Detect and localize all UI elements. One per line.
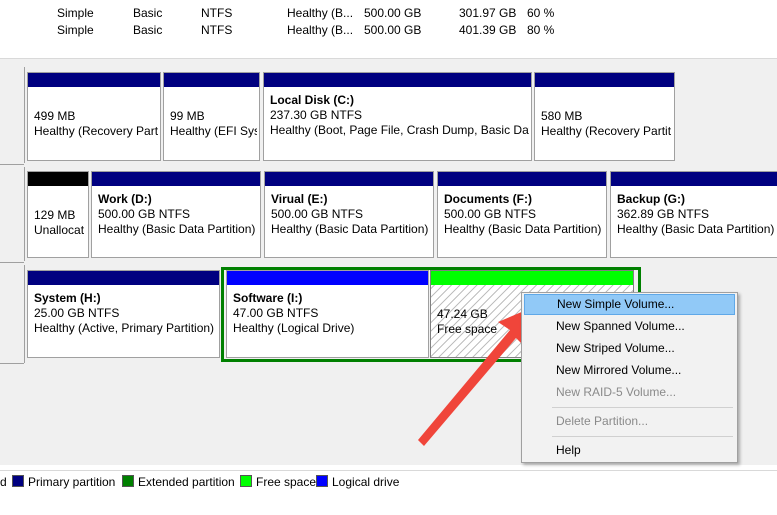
- partition-size: 237.30 GB NTFS: [270, 108, 363, 122]
- partition-size: 129 MB: [34, 208, 76, 222]
- partition-status: Healthy (Active, Primary Partition): [34, 321, 215, 335]
- partition-status: Healthy (Boot, Page File, Crash Dump, Ba…: [270, 123, 529, 137]
- volume-pct-free: 80 %: [527, 23, 555, 37]
- legend-item-logical: Logical drive: [316, 475, 399, 489]
- volume-row[interactable]: Simple Basic NTFS Healthy (B... 500.00 G…: [0, 5, 777, 21]
- legend-item-primary: Primary partition: [12, 475, 115, 489]
- menu-item-help[interactable]: Help: [524, 440, 735, 461]
- partition-status: Unallocat: [34, 223, 85, 237]
- legend-item-free-space: Free space: [240, 475, 316, 489]
- partition-size: 25.00 GB NTFS: [34, 306, 120, 320]
- partition-recovery-2[interactable]: 580 MB Healthy (Recovery Partit: [534, 72, 675, 161]
- partition-status: Healthy (Recovery Part: [34, 124, 158, 138]
- partition-status: Healthy (EFI Syst: [170, 124, 257, 138]
- volume-layout: Simple: [57, 23, 94, 37]
- volume-type: Basic: [133, 6, 163, 20]
- volume-capacity: 500.00 GB: [364, 23, 422, 37]
- primary-partition-bar: [28, 73, 160, 87]
- legend-swatch: [12, 475, 24, 487]
- menu-item-new-spanned-volume[interactable]: New Spanned Volume...: [524, 316, 735, 337]
- legend-item-extended: Extended partition: [122, 475, 235, 489]
- partition-name: Local Disk (C:): [270, 93, 355, 107]
- partition-size: 362.89 GB NTFS: [617, 207, 710, 221]
- partition-system-h[interactable]: System (H:) 25.00 GB NTFS Healthy (Activ…: [27, 270, 220, 358]
- primary-partition-bar: [92, 172, 260, 186]
- context-menu: New Simple Volume... New Spanned Volume.…: [521, 292, 738, 463]
- partition-name: Documents (F:): [444, 192, 532, 206]
- partition-name: Work (D:): [98, 192, 152, 206]
- volume-fs: NTFS: [201, 6, 233, 20]
- disk-2-label[interactable]: [0, 265, 25, 363]
- primary-partition-bar: [535, 73, 674, 87]
- volume-free: 301.97 GB: [459, 6, 517, 20]
- disk-divider: [0, 262, 24, 263]
- volume-status: Healthy (B...: [287, 6, 354, 20]
- partition-name: Virual (E:): [271, 192, 328, 206]
- partition-efi[interactable]: 99 MB Healthy (EFI Syst: [163, 72, 260, 161]
- partition-virual-e[interactable]: Virual (E:) 500.00 GB NTFS Healthy (Basi…: [264, 171, 434, 258]
- primary-partition-bar: [264, 73, 531, 87]
- partition-software-i[interactable]: Software (I:) 47.00 GB NTFS Healthy (Log…: [226, 270, 429, 358]
- partition-name: System (H:): [34, 291, 101, 305]
- menu-item-new-simple-volume[interactable]: New Simple Volume...: [524, 294, 735, 315]
- logical-drive-bar: [227, 271, 428, 285]
- legend-item-unallocated: d: [0, 475, 7, 489]
- partition-backup-g[interactable]: Backup (G:) 362.89 GB NTFS Healthy (Basi…: [610, 171, 777, 258]
- partition-size: 47.00 GB NTFS: [233, 306, 319, 320]
- menu-item-delete-partition: Delete Partition...: [556, 414, 649, 428]
- partition-status: Healthy (Basic Data Partition): [271, 222, 429, 236]
- partition-size: 500.00 GB NTFS: [444, 207, 537, 221]
- primary-partition-bar: [265, 172, 433, 186]
- partition-status: Healthy (Recovery Partit: [541, 124, 672, 138]
- partition-unallocated[interactable]: 129 MB Unallocat: [27, 171, 89, 258]
- free-space-bar: [431, 271, 633, 285]
- menu-item-new-raid5-volume: New RAID-5 Volume...: [556, 385, 677, 399]
- menu-item-new-striped-volume[interactable]: New Striped Volume...: [524, 338, 735, 359]
- partition-name: Backup (G:): [617, 192, 686, 206]
- unallocated-bar: [28, 172, 88, 186]
- partition-status: Healthy (Basic Data Partition): [617, 222, 775, 236]
- partition-size: 500.00 GB NTFS: [98, 207, 191, 221]
- partition-size: 499 MB: [34, 109, 76, 123]
- volume-type: Basic: [133, 23, 163, 37]
- legend: d Primary partition Extended partition F…: [0, 470, 777, 493]
- volume-fs: NTFS: [201, 23, 233, 37]
- legend-swatch: [240, 475, 252, 487]
- partition-name: Software (I:): [233, 291, 303, 305]
- disk-divider: [0, 363, 24, 364]
- partition-status: Healthy (Basic Data Partition): [444, 222, 602, 236]
- partition-local-disk-c[interactable]: Local Disk (C:) 237.30 GB NTFS Healthy (…: [263, 72, 532, 161]
- disk-divider: [0, 164, 24, 165]
- volume-free: 401.39 GB: [459, 23, 517, 37]
- partition-size: 500.00 GB NTFS: [271, 207, 364, 221]
- primary-partition-bar: [164, 73, 259, 87]
- primary-partition-bar: [28, 271, 219, 285]
- partition-size: 580 MB: [541, 109, 583, 123]
- legend-swatch: [122, 475, 134, 487]
- partition-work-d[interactable]: Work (D:) 500.00 GB NTFS Healthy (Basic …: [91, 171, 261, 258]
- menu-separator: [552, 436, 733, 437]
- volume-row[interactable]: Simple Basic NTFS Healthy (B... 500.00 G…: [0, 22, 777, 38]
- volume-list: Simple Basic NTFS Healthy (B... 500.00 G…: [0, 0, 777, 58]
- disk-1-label[interactable]: [0, 167, 25, 261]
- menu-separator: [552, 407, 733, 408]
- partition-status: Healthy (Basic Data Partition): [98, 222, 256, 236]
- menu-item-new-mirrored-volume[interactable]: New Mirrored Volume...: [524, 360, 735, 381]
- volume-status: Healthy (B...: [287, 23, 354, 37]
- legend-swatch: [316, 475, 328, 487]
- primary-partition-bar: [438, 172, 606, 186]
- partition-status: Healthy (Logical Drive): [233, 321, 355, 335]
- partition-documents-f[interactable]: Documents (F:) 500.00 GB NTFS Healthy (B…: [437, 171, 607, 258]
- disk-0-label[interactable]: [0, 67, 25, 163]
- volume-capacity: 500.00 GB: [364, 6, 422, 20]
- volume-pct-free: 60 %: [527, 6, 555, 20]
- volume-layout: Simple: [57, 6, 94, 20]
- partition-recovery-1[interactable]: 499 MB Healthy (Recovery Part: [27, 72, 161, 161]
- primary-partition-bar: [611, 172, 777, 186]
- partition-size: 99 MB: [170, 109, 205, 123]
